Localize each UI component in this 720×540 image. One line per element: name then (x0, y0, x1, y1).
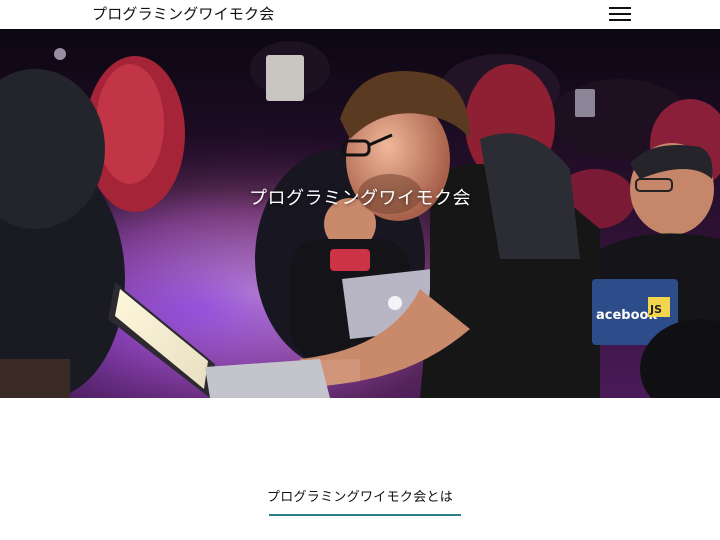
menu-bar-top (609, 7, 631, 9)
menu-bar-middle (609, 13, 631, 15)
site-header: プログラミングワイモク会 (0, 0, 720, 29)
page: プログラミングワイモク会 acebook JS プログラミングワイモク会 プログ… (0, 0, 720, 540)
hero-title: プログラミングワイモク会 (249, 188, 471, 209)
menu-bar-bottom (609, 19, 631, 21)
site-title-link[interactable]: プログラミングワイモク会 (92, 4, 274, 24)
hero-banner: acebook JS プログラミングワイモク会 (0, 29, 720, 398)
heading-underline (269, 514, 461, 516)
svg-text:JS: JS (649, 303, 662, 316)
about-section-heading: プログラミングワイモク会とは (266, 490, 454, 505)
hero-photo: acebook JS (0, 29, 720, 398)
hamburger-menu-icon[interactable] (604, 3, 636, 25)
